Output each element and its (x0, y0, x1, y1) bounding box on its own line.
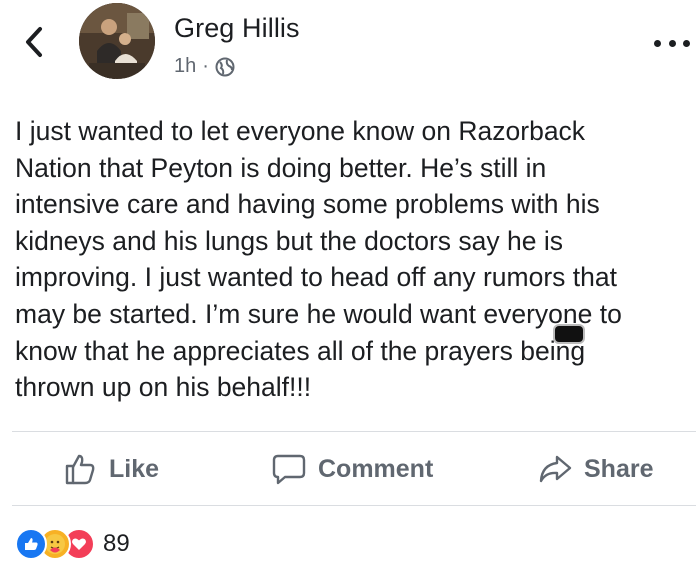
author-name[interactable]: Greg Hillis (174, 13, 300, 44)
like-button[interactable]: Like (63, 444, 159, 494)
post-time[interactable]: 1h (174, 55, 196, 78)
more-dot-icon (668, 39, 676, 47)
comment-bubble-icon (272, 454, 306, 485)
post-header: Greg Hillis 1h · (0, 0, 700, 95)
thumbs-up-icon (65, 454, 95, 485)
more-dot-icon (683, 39, 690, 47)
post-text: I just wanted to let everyone know on Ra… (15, 116, 622, 403)
more-dot-icon (654, 39, 661, 47)
meta-separator: · (202, 55, 209, 77)
share-arrow-icon (539, 455, 572, 483)
divider (12, 505, 696, 506)
scroll-indicator[interactable] (555, 326, 583, 342)
reaction-count: 89 (103, 530, 130, 557)
comment-button[interactable]: Comment (272, 444, 433, 494)
post-meta: 1h · (174, 55, 235, 78)
divider (12, 431, 696, 432)
comment-label: Comment (318, 454, 434, 483)
post-actions: Like Comment Share (0, 444, 700, 494)
share-label: Share (584, 454, 654, 483)
reactions-summary[interactable]: 89 (15, 528, 130, 560)
chevron-left-icon (26, 27, 42, 57)
avatar-photo (79, 3, 155, 79)
back-button[interactable] (20, 24, 50, 60)
globe-icon[interactable] (215, 57, 235, 77)
like-label: Like (109, 454, 160, 483)
share-button[interactable]: Share (538, 444, 653, 494)
avatar[interactable] (79, 3, 155, 79)
like-reaction-icon (15, 528, 47, 560)
more-options-button[interactable] (654, 36, 690, 50)
